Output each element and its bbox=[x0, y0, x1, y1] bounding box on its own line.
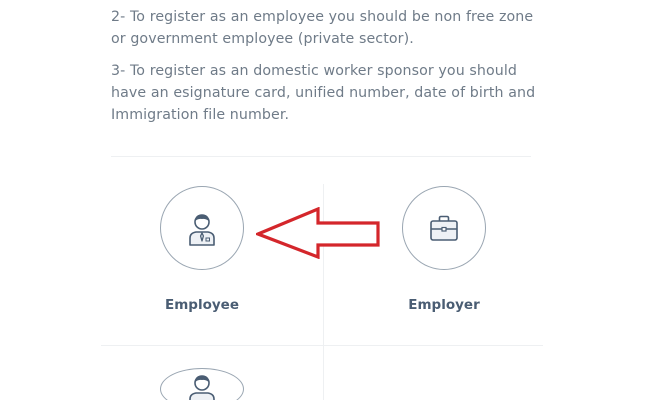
briefcase-icon bbox=[430, 215, 458, 241]
instruction-employee: 2- To register as an employee you should… bbox=[111, 9, 534, 47]
employee-person-icon bbox=[189, 214, 215, 246]
employee-circle[interactable] bbox=[160, 186, 244, 270]
employer-option[interactable]: Employer bbox=[388, 186, 500, 316]
grid-divider-horizontal bbox=[101, 345, 543, 346]
domestic-sponsor-circle[interactable] bbox=[160, 368, 244, 400]
divider bbox=[111, 156, 531, 157]
employee-option[interactable]: Employee bbox=[146, 186, 258, 316]
employer-circle[interactable] bbox=[402, 186, 486, 270]
domestic-sponsor-option[interactable] bbox=[146, 368, 258, 400]
registration-instructions: 2- To register as an employee you should… bbox=[111, 6, 551, 126]
red-arrow-annotation bbox=[256, 207, 380, 259]
instruction-domestic-sponsor: 3- To register as an domestic worker spo… bbox=[111, 63, 536, 123]
person-icon bbox=[189, 375, 215, 400]
employee-label: Employee bbox=[165, 297, 239, 313]
employer-label: Employer bbox=[408, 297, 480, 313]
